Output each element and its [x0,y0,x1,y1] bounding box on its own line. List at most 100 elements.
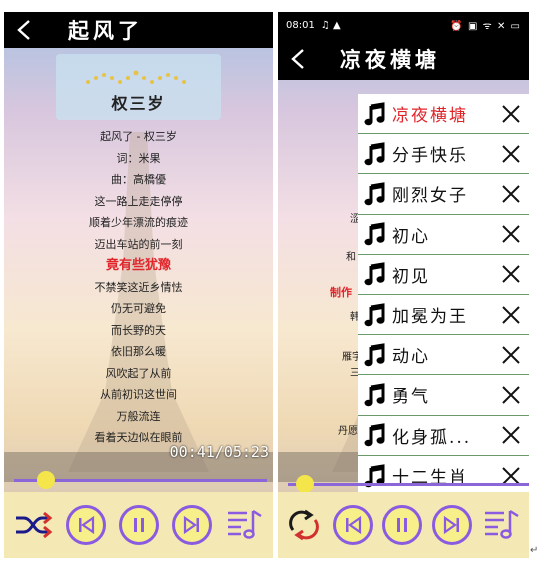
status-bar: 08:01 ♫ ▲ ⏰ ▣ ᯤ ✕ ▭ [278,12,529,38]
close-icon [502,104,520,123]
lyric-line: 顺着少年漂流的痕迹 [89,216,188,229]
pause-button[interactable] [382,505,423,545]
player-controls [278,492,529,558]
music-note-icon [358,342,392,367]
progress-slider[interactable] [4,470,273,490]
playlist-song-name: 化身孤... [392,427,472,448]
playlist-song-name: 初见 [392,266,430,287]
top-bar: 凉夜横塘 [278,38,529,80]
music-note-icon [358,262,392,286]
music-note-icon [358,222,392,246]
playlist-item[interactable]: 动心 [358,335,529,376]
playlist-item[interactable]: 初心 [358,215,529,255]
progress-knob[interactable] [295,475,314,493]
playlist-item[interactable]: 勇气 [358,375,529,416]
playlist-song-name: 分手快乐 [392,146,468,167]
remove-song-button[interactable] [493,385,529,405]
lyrics-panel: 起风了 - 权三岁 词：米果 曲：高橋優 这一路上走走停停 顺着少年漂流的痕迹 迈出车站的… [4,126,273,449]
next-button[interactable] [171,505,212,545]
remove-song-button[interactable] [493,264,529,284]
playlist-item[interactable]: 刚烈女子 [358,174,529,215]
singer-banner: 权三岁 [56,54,221,120]
lyric-line: 不禁笑这近乡情怯 [94,280,183,294]
skip-previous-icon [345,515,361,535]
remove-song-button[interactable] [493,305,529,325]
lyric-line: 万般流连 [116,409,161,423]
skip-next-icon [183,515,199,535]
playlist-item[interactable]: 化身孤... [358,416,529,456]
lyric-line: 迈出车站的前一刻 [94,237,183,251]
close-icon [502,225,520,243]
lyric-line: 仍无可避免 [111,302,166,315]
close-icon [502,305,520,324]
top-bar: 起风了 [4,12,273,48]
playlist-item[interactable]: 加冕为王 [358,295,529,336]
lyric-line: 竟有些犹豫 [105,258,171,273]
shuffle-button[interactable] [13,509,53,541]
close-icon [502,346,520,364]
progress-knob[interactable] [37,471,56,489]
pause-icon [133,518,144,532]
return-mark: ↵ [530,545,538,556]
music-note-icon [358,142,392,166]
remove-song-button[interactable] [493,224,529,244]
remove-song-button[interactable] [493,144,529,164]
previous-button[interactable] [65,505,106,545]
skip-next-icon [444,515,460,535]
playlist-button[interactable] [225,507,265,543]
singer-name: 权三岁 [111,94,166,113]
remove-song-button[interactable] [493,425,529,445]
playlist-song-name: 凉夜横塘 [392,106,468,127]
close-icon [502,386,520,404]
next-button[interactable] [432,505,473,545]
song-title: 起风了 [68,18,143,43]
song-title: 凉夜横塘 [340,47,440,72]
lyric-fragment: 和 [346,252,356,263]
lyric-line: 风吹起了从前 [105,366,172,380]
music-note-icon [358,302,392,327]
lyric-line: 起风了 - 权三岁 [100,130,177,143]
shuffle-icon [15,511,52,539]
previous-button[interactable] [332,505,373,545]
playlist-item[interactable]: 初见 [358,255,529,295]
music-notification-icon: ♫ ▲ [320,19,341,31]
repeat-icon [289,509,319,541]
back-button[interactable] [278,39,318,79]
close-icon [502,426,520,444]
playlist-song-name: 动心 [392,347,430,368]
lyric-line: 而长野的天 [111,323,166,337]
music-note-icon [358,101,392,126]
lyric-fragment: 丹愿 [338,426,358,437]
playback-time: 00:41/05:23 [169,443,269,461]
remove-song-button[interactable] [493,104,529,124]
left-player-screen: 起风了 权三岁 起风了 - 权三岁 词：米果 曲：高橋優 这一路上走走停停 顺着少年漂流… [4,12,273,558]
sparkle-decoration-icon [86,70,186,84]
playlist-song-name: 初心 [392,226,430,247]
playlist-icon [485,509,519,539]
close-icon [502,265,520,284]
playlist-song-name: 刚烈女子 [392,186,468,207]
back-button[interactable] [4,12,44,50]
playlist-song-name: 勇气 [392,387,430,408]
playlist-icon [227,509,262,539]
skip-previous-icon [78,515,94,535]
status-time: 08:01 [286,19,315,31]
music-note-icon [358,423,392,447]
playlist-item[interactable]: 分手快乐 [358,134,529,175]
playlist-item[interactable]: 凉夜横塘 [358,94,529,135]
remove-song-button[interactable] [493,184,529,204]
music-note-icon [358,182,392,206]
status-icons: ⏰ ▣ ᯤ ✕ ▭ [450,21,521,32]
lyric-line: 曲：高橋優 [111,173,166,186]
back-arrow-icon [291,49,304,69]
repeat-button[interactable] [285,508,323,542]
progress-track [288,483,529,486]
pause-icon [397,518,408,532]
pause-button[interactable] [118,505,159,545]
playlist-button[interactable] [482,507,522,543]
right-player-screen: 08:01 ♫ ▲ ⏰ ▣ ᯤ ✕ ▭ 凉夜横塘 涩 和 制作 韩 雁字 三 丹… [278,12,529,558]
close-icon [502,185,520,203]
remove-song-button[interactable] [493,345,529,365]
progress-slider[interactable] [278,474,529,494]
player-controls [4,492,273,558]
